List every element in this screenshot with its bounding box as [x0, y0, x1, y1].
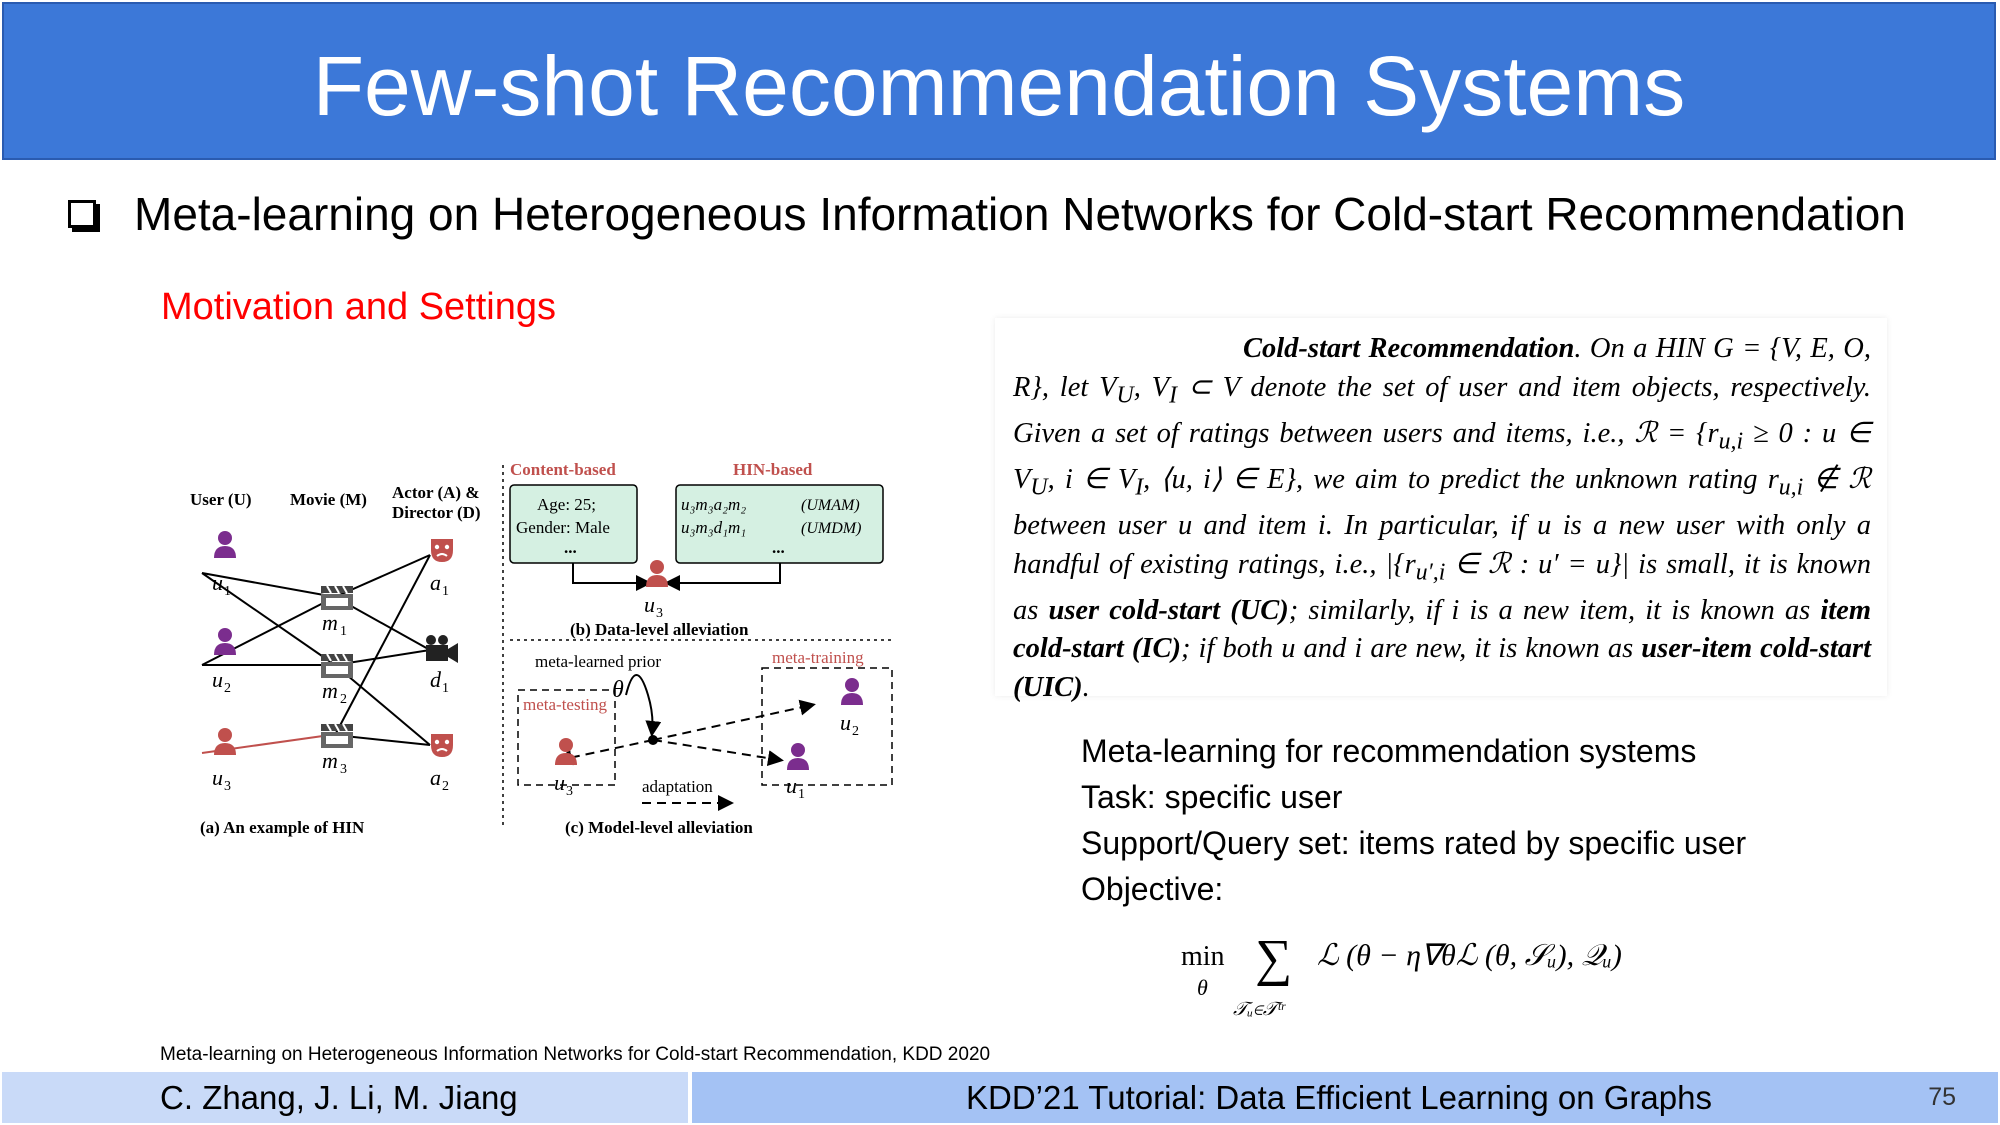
slide-title: Few-shot Recommendation Systems [312, 39, 1686, 133]
svg-text:𝒯ᵤ∈𝒯ᵗʳ: 𝒯ᵤ∈𝒯ᵗʳ [1233, 999, 1286, 1020]
svg-text:u: u [212, 667, 223, 692]
svg-text:2: 2 [852, 724, 859, 739]
meta-testing-label: meta-testing [523, 695, 608, 714]
user-u1-c-icon [787, 743, 809, 770]
header-user: User (U) [190, 490, 252, 509]
page-number: 75 [1928, 1083, 1956, 1111]
actor-a1-icon [430, 538, 454, 563]
meta-point: Objective: [1081, 871, 1224, 907]
footer-authors-bar: C. Zhang, J. Li, M. Jiang [2, 1072, 688, 1123]
caption-c: (c) Model-level alleviation [565, 818, 753, 837]
svg-text:3: 3 [224, 779, 231, 794]
svg-text:u: u [786, 773, 797, 798]
meta-prior-label: meta-learned prior [535, 652, 661, 671]
meta-training-label: meta-training [772, 648, 864, 667]
footer-tutorial-bar: KDD’21 Tutorial: Data Efficient Learning… [692, 1072, 1998, 1123]
svg-text:θ: θ [612, 677, 624, 703]
hin-based-label: HIN-based [733, 460, 813, 479]
main-bullet: Meta-learning on Heterogeneous Informati… [68, 184, 1906, 244]
user-u3-c-icon [555, 738, 577, 765]
svg-text:d: d [430, 667, 442, 692]
svg-text:u: u [212, 765, 223, 790]
definition-text: Cold-start Recommendation. On a HIN G = … [1013, 333, 1872, 703]
adaptation-label: adaptation [642, 777, 713, 796]
user-u3-b-icon [646, 560, 668, 587]
uc-term: user cold-start (UC) [1048, 594, 1289, 626]
svg-text:...: ... [564, 538, 577, 557]
svg-text:min: min [1181, 941, 1225, 972]
citation: Meta-learning on Heterogeneous Informati… [160, 1044, 991, 1065]
movie-m2-icon [320, 653, 354, 679]
meta-point: Meta-learning for recommendation systems [1081, 733, 1697, 769]
footer-tutorial: KDD’21 Tutorial: Data Efficient Learning… [966, 1079, 1712, 1116]
meta-learning-points: Meta-learning for recommendation systems… [1081, 728, 1746, 912]
svg-text:u: u [554, 770, 565, 795]
svg-text:...: ... [772, 538, 785, 557]
svg-text:u: u [644, 592, 655, 617]
definition-box: Cold-start Recommendation. On a HIN G = … [995, 318, 1887, 703]
svg-text:m: m [322, 610, 338, 635]
header-actor: Actor (A) & [392, 483, 479, 502]
svg-text:u: u [212, 570, 223, 595]
objective-formula: min θ ∑ 𝒯ᵤ∈𝒯ᵗʳ ℒ (θ − η∇θℒ (θ, 𝒮ᵤ), 𝒬ᵤ) [1181, 930, 1622, 1020]
content-based-label: Content-based [510, 460, 616, 479]
svg-text:m: m [322, 748, 338, 773]
svg-text:a: a [430, 765, 441, 790]
svg-text:(UMAM): (UMAM) [801, 497, 860, 514]
hin-figure: User (U) Movie (M) Actor (A) & Director … [190, 460, 895, 837]
svg-text:1: 1 [442, 681, 449, 696]
meta-point: Support/Query set: items rated by specif… [1081, 825, 1747, 861]
svg-text:1: 1 [442, 584, 449, 599]
svg-text:1: 1 [340, 624, 347, 639]
movie-m3-icon [320, 723, 354, 749]
actor-a2-icon [430, 733, 454, 758]
bullet-text: Meta-learning on Heterogeneous Informati… [134, 188, 1906, 240]
svg-text:2: 2 [340, 692, 347, 707]
section-label: Motivation and Settings [161, 286, 557, 328]
svg-text:3: 3 [566, 784, 573, 799]
svg-text:3: 3 [656, 606, 663, 621]
svg-text:(UMDM): (UMDM) [801, 520, 861, 537]
svg-text:u₃m₃d₁m₁: u₃m₃d₁m₁ [681, 518, 746, 537]
meta-point: Task: specific user [1081, 779, 1343, 815]
svg-text:Age: 25;: Age: 25; [537, 495, 596, 514]
svg-text:1: 1 [224, 584, 231, 599]
header-director: Director (D) [392, 503, 481, 522]
svg-text:m: m [322, 678, 338, 703]
svg-text:u: u [840, 710, 851, 735]
svg-text:3: 3 [340, 762, 347, 777]
svg-text:2: 2 [442, 779, 449, 794]
svg-text:ℒ (θ − η∇θℒ (θ, 𝒮ᵤ), 𝒬ᵤ): ℒ (θ − η∇θℒ (θ, 𝒮ᵤ), 𝒬ᵤ) [1317, 939, 1622, 972]
title-bar: Few-shot Recommendation Systems [2, 2, 1996, 160]
user-u3-icon [214, 728, 236, 755]
header-movie: Movie (M) [290, 490, 367, 509]
checkbox-bullet-icon [68, 200, 96, 228]
director-d1-camera-icon [426, 635, 458, 663]
caption-a: (a) An example of HIN [200, 818, 365, 837]
user-u2-icon [214, 628, 236, 655]
svg-text:2: 2 [224, 681, 231, 696]
svg-text:u₃m₃a₂m₂: u₃m₃a₂m₂ [681, 495, 746, 514]
svg-text:1: 1 [798, 787, 805, 802]
movie-m1-icon [320, 585, 354, 611]
user-u2-c-icon [841, 678, 863, 705]
caption-b: (b) Data-level alleviation [570, 620, 749, 639]
svg-text:Gender: Male: Gender: Male [516, 518, 610, 537]
svg-text:∑: ∑ [1255, 930, 1292, 987]
svg-text:θ: θ [1197, 975, 1208, 1000]
definition-title: Cold-start Recommendation [1243, 333, 1575, 364]
footer-authors: C. Zhang, J. Li, M. Jiang [160, 1079, 518, 1116]
user-u1-icon [214, 531, 236, 558]
svg-text:a: a [430, 570, 441, 595]
